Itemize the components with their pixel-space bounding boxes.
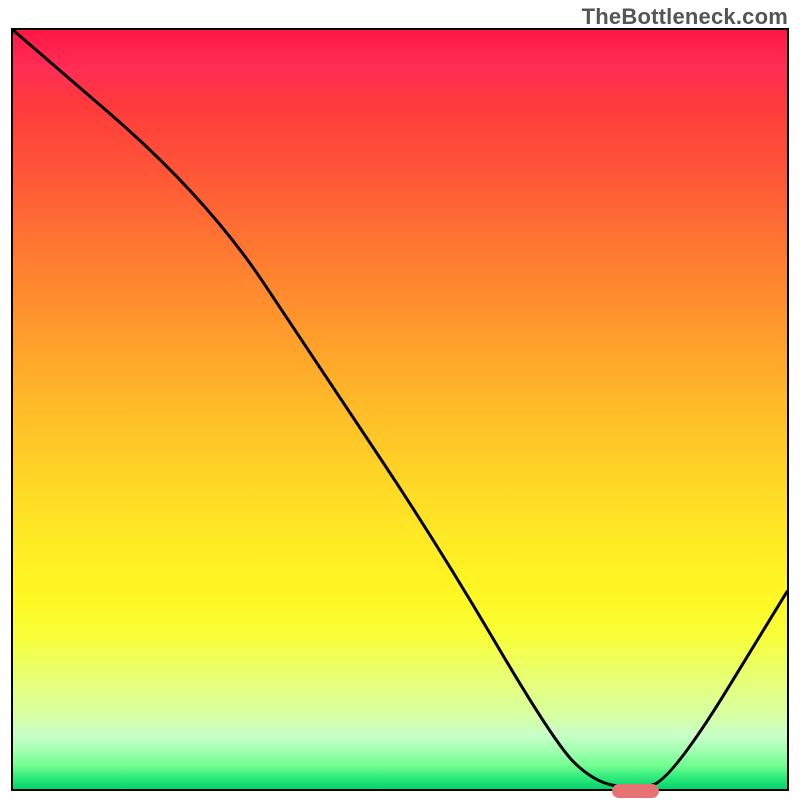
chart-plot-area [11, 28, 789, 791]
watermark-text: TheBottleneck.com [582, 4, 788, 30]
chart-marker [612, 784, 659, 798]
chart-series-path [13, 30, 787, 787]
chart-line-svg [13, 30, 787, 789]
